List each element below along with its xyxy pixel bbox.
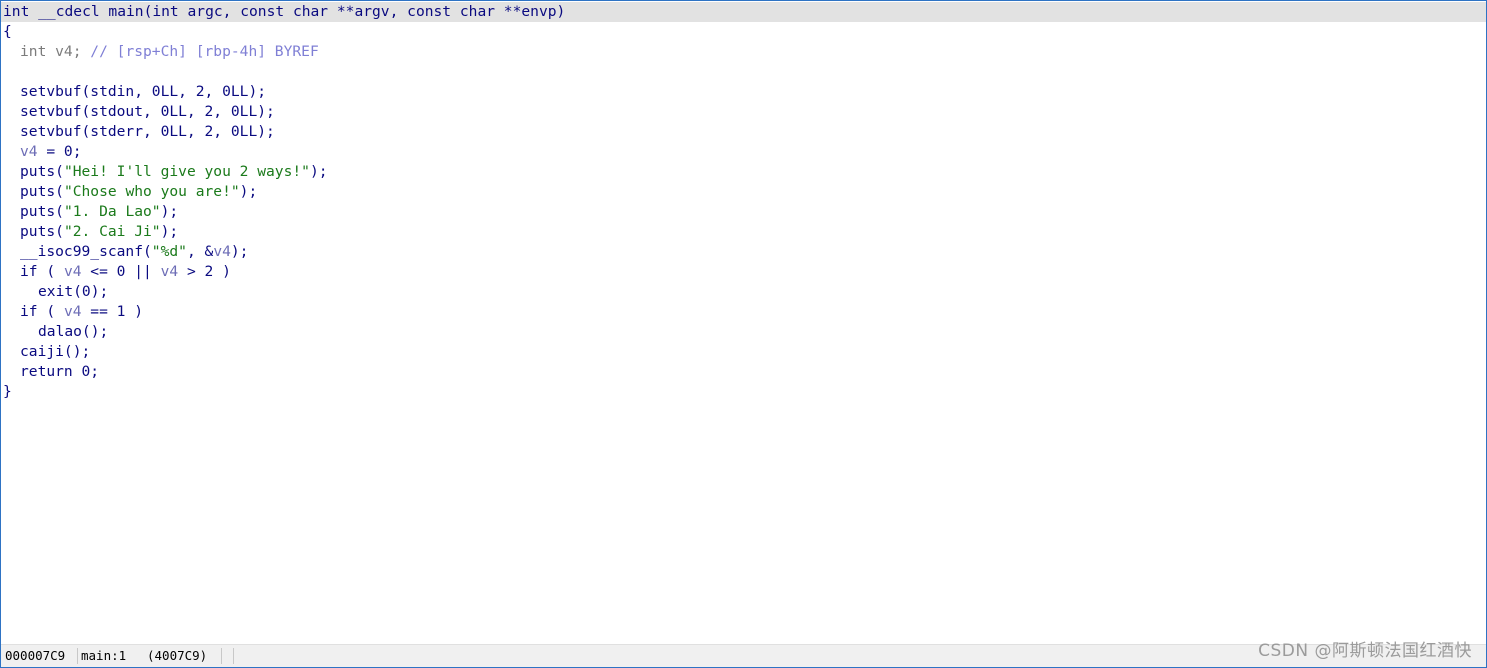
call-end: ); xyxy=(160,223,179,240)
string-literal[interactable]: "Chose who you are!" xyxy=(64,183,240,200)
scanf-args: , & xyxy=(186,243,214,260)
code-line-puts-4[interactable]: puts("2. Cai Ji"); xyxy=(1,222,1486,242)
status-offset: 000007C9 xyxy=(5,648,66,663)
if-condition-end: > 2 ) xyxy=(178,263,231,280)
code-line-puts-2[interactable]: puts("Chose who you are!"); xyxy=(1,182,1486,202)
declaration-comment: // [rsp+Ch] [rbp-4h] BYREF xyxy=(81,43,319,60)
string-literal[interactable]: "Hei! I'll give you 2 ways!" xyxy=(64,163,310,180)
caiji-call[interactable]: caiji(); xyxy=(20,343,90,360)
status-location: main:1 xyxy=(81,648,127,663)
code-line-setvbuf-stdin[interactable]: setvbuf(stdin, 0LL, 2, 0LL); xyxy=(1,82,1486,102)
assign-zero: = 0; xyxy=(37,143,82,160)
call-end: ); xyxy=(230,243,249,260)
open-brace: { xyxy=(3,23,12,40)
call-end: ); xyxy=(160,203,179,220)
if-condition-end: == 1 ) xyxy=(81,303,144,320)
code-line-close-brace[interactable]: } xyxy=(1,382,1486,402)
status-separator xyxy=(77,648,78,664)
v4-variable[interactable]: v4 xyxy=(161,263,179,280)
exit-call[interactable]: exit(0); xyxy=(38,283,108,300)
puts-call[interactable]: puts( xyxy=(20,163,64,180)
v4-variable[interactable]: v4 xyxy=(213,243,231,260)
status-separator xyxy=(221,648,222,664)
code-line-if-range[interactable]: if ( v4 <= 0 || v4 > 2 ) xyxy=(1,262,1486,282)
call-end: ); xyxy=(309,163,328,180)
status-separator xyxy=(233,648,234,664)
code-line-signature[interactable]: int __cdecl main(int argc, const char **… xyxy=(1,2,1486,22)
code-line-setvbuf-stdout[interactable]: setvbuf(stdout, 0LL, 2, 0LL); xyxy=(1,102,1486,122)
code-line-scanf[interactable]: __isoc99_scanf("%d", &v4); xyxy=(1,242,1486,262)
code-line-open-brace[interactable]: { xyxy=(1,22,1486,42)
if-condition-part: <= 0 || xyxy=(81,263,161,280)
pseudocode-view[interactable]: int __cdecl main(int argc, const char **… xyxy=(1,2,1486,402)
puts-call[interactable]: puts( xyxy=(20,223,64,240)
setvbuf-stderr-call[interactable]: setvbuf(stderr, 0LL, 2, 0LL); xyxy=(20,123,275,140)
v4-variable[interactable]: v4 xyxy=(20,143,38,160)
close-brace: } xyxy=(3,383,12,400)
code-line-declaration[interactable]: int v4; // [rsp+Ch] [rbp-4h] BYREF xyxy=(1,42,1486,62)
code-line-if-equal[interactable]: if ( v4 == 1 ) xyxy=(1,302,1486,322)
pseudocode-window[interactable]: int __cdecl main(int argc, const char **… xyxy=(0,0,1487,668)
code-line-assign-v4[interactable]: v4 = 0; xyxy=(1,142,1486,162)
dalao-call[interactable]: dalao(); xyxy=(38,323,108,340)
csdn-watermark: CSDN @阿斯顿法国红酒快 xyxy=(1258,641,1472,661)
call-end: ); xyxy=(239,183,258,200)
code-line-exit[interactable]: exit(0); xyxy=(1,282,1486,302)
scanf-call[interactable]: __isoc99_scanf( xyxy=(20,243,152,260)
string-literal[interactable]: "1. Da Lao" xyxy=(64,203,161,220)
variable-declaration[interactable]: int v4; xyxy=(20,43,82,60)
setvbuf-stdout-call[interactable]: setvbuf(stdout, 0LL, 2, 0LL); xyxy=(20,103,275,120)
status-address: (4007C9) xyxy=(147,648,208,663)
v4-variable[interactable]: v4 xyxy=(64,263,82,280)
code-line-return[interactable]: return 0; xyxy=(1,362,1486,382)
code-line-puts-1[interactable]: puts("Hei! I'll give you 2 ways!"); xyxy=(1,162,1486,182)
puts-call[interactable]: puts( xyxy=(20,183,64,200)
code-line-setvbuf-stderr[interactable]: setvbuf(stderr, 0LL, 2, 0LL); xyxy=(1,122,1486,142)
v4-variable[interactable]: v4 xyxy=(64,303,82,320)
string-literal[interactable]: "2. Cai Ji" xyxy=(64,223,161,240)
if-keyword: if ( xyxy=(20,303,64,320)
setvbuf-stdin-call[interactable]: setvbuf(stdin, 0LL, 2, 0LL); xyxy=(20,83,266,100)
puts-call[interactable]: puts( xyxy=(20,203,64,220)
code-line-dalao[interactable]: dalao(); xyxy=(1,322,1486,342)
function-signature[interactable]: int __cdecl main(int argc, const char **… xyxy=(3,3,565,20)
if-keyword: if ( xyxy=(20,263,64,280)
code-line-puts-3[interactable]: puts("1. Da Lao"); xyxy=(1,202,1486,222)
code-line-caiji[interactable]: caiji(); xyxy=(1,342,1486,362)
format-string[interactable]: "%d" xyxy=(152,243,187,260)
return-statement: return 0; xyxy=(20,363,100,380)
